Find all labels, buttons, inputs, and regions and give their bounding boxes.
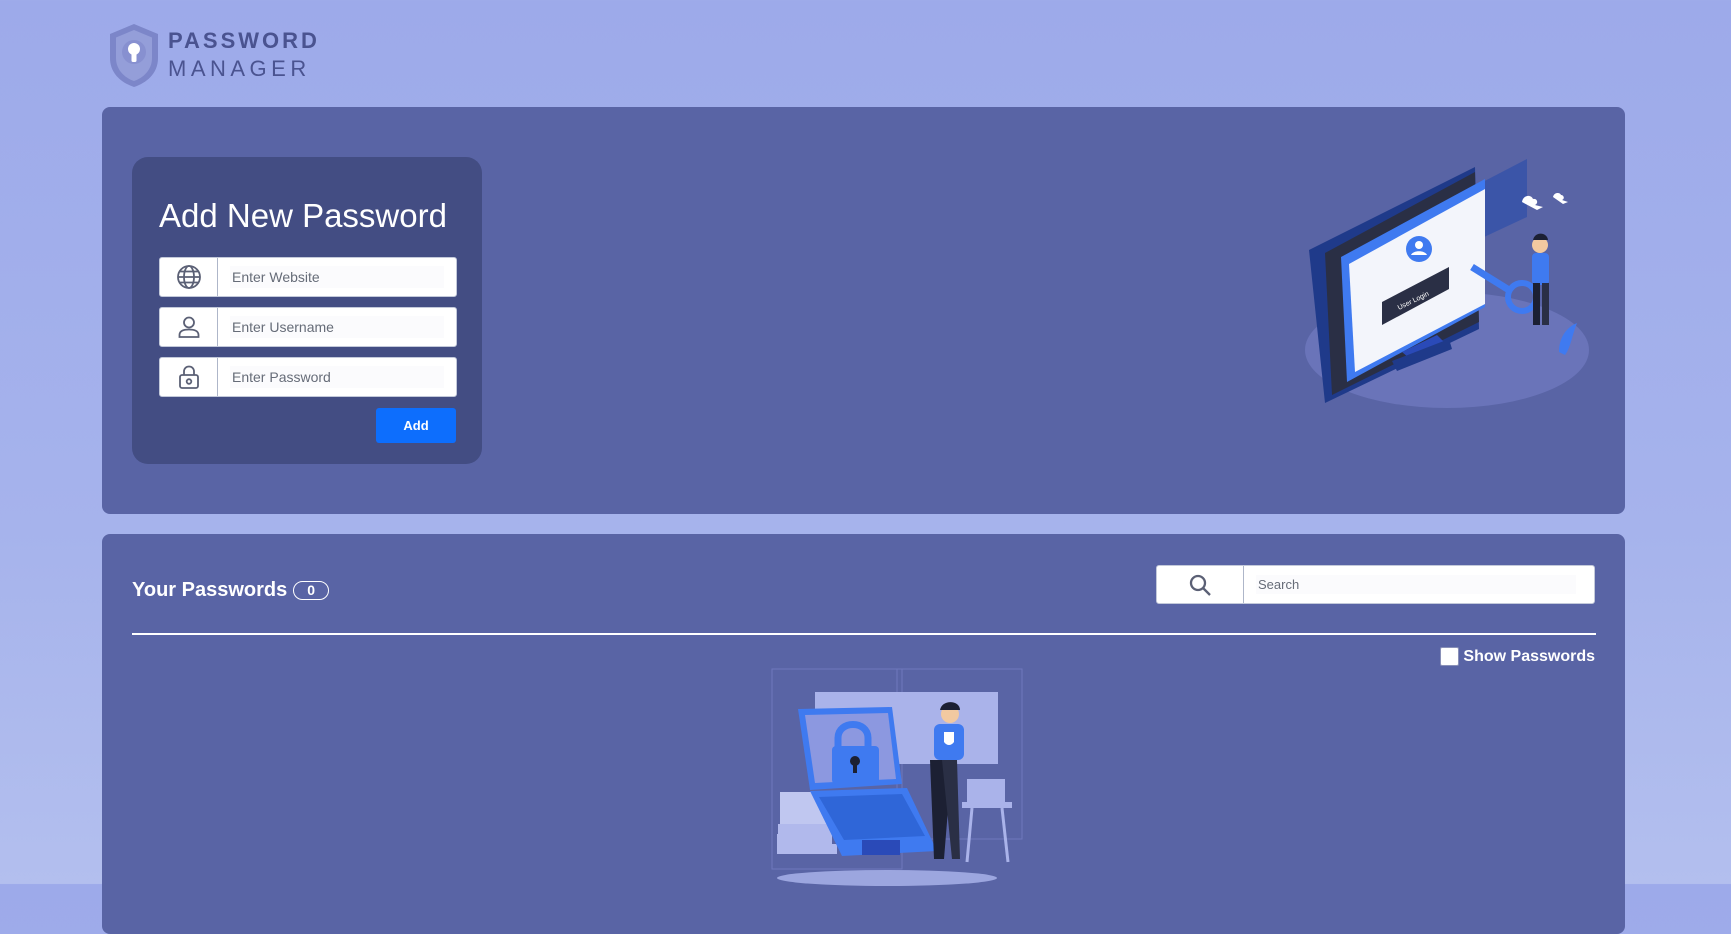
login-illustration: User Login [1305,159,1589,408]
user-icon [160,308,218,346]
password-count-badge: 0 [293,581,330,600]
add-password-card: Add New Password Add [132,157,482,464]
website-input[interactable] [230,266,444,288]
logo-text-password: PASSWORD [168,28,320,53]
password-field [159,357,457,397]
your-passwords-title: Your Passwords [132,579,288,601]
add-button[interactable]: Add [376,408,456,443]
your-passwords-panel: Your Passwords 0 Show Passwords [102,534,1625,934]
search-icon [1157,566,1244,603]
show-passwords-checkbox[interactable] [1440,647,1460,666]
shield-keyhole-icon [110,24,158,87]
app-logo: PASSWORD MANAGER [108,22,320,88]
password-input[interactable] [230,366,444,388]
lock-icon [160,358,218,396]
show-passwords-toggle[interactable]: Show Passwords [1440,647,1595,666]
search-input[interactable] [1256,575,1576,594]
username-input[interactable] [230,316,444,338]
add-password-panel: Add New Password Add [102,107,1625,514]
globe-icon [160,258,218,296]
username-field [159,307,457,347]
your-passwords-heading: Your Passwords 0 [132,579,330,602]
search-field [1156,565,1595,604]
no-passwords-illustration [771,668,1023,886]
section-divider [132,633,1596,635]
add-password-title: Add New Password [159,197,447,234]
website-field [159,257,457,297]
logo-text-manager: MANAGER [168,56,311,81]
show-passwords-label: Show Passwords [1463,647,1595,665]
